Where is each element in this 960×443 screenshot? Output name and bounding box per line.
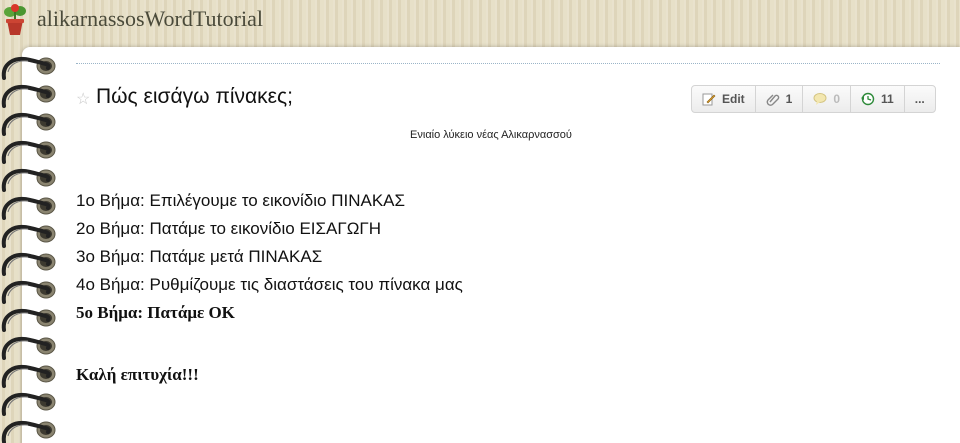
spiral-ring [1,337,56,360]
divider [76,63,940,64]
spiral-ring [1,225,56,248]
list-item: 3ο Βήμα: Πατάμε μετά ΠΙΝΑΚΑΣ [76,247,323,266]
spiral-ring [1,309,56,332]
links-count: 1 [785,92,793,106]
spiral-ring [1,253,56,276]
edit-label: Edit [722,92,745,106]
steps-list: 1ο Βήμα: Επιλέγουμε το εικονίδιο ΠΙΝΑΚΑΣ… [76,187,463,327]
links-button[interactable]: 1 [756,86,804,112]
history-button[interactable]: 11 [851,86,905,112]
page-title: Πώς εισάγω πίνακες; [96,85,293,108]
speech-bubble-icon [813,93,827,105]
star-icon[interactable]: ☆ [76,89,90,109]
spiral-ring [1,281,56,304]
paperclip-icon [766,94,779,106]
spiral-ring [1,113,56,136]
list-item: 2ο Βήμα: Πατάμε το εικονίδιο ΕΙΣΑΓΩΓΗ [76,219,382,238]
spiral-ring [1,393,56,416]
closing-text: Καλή επιτυχία!!! [76,365,199,384]
history-arrow-icon [861,92,875,106]
site-header: alikarnassosWordTutorial [0,0,960,40]
spiral-ring [1,169,56,192]
list-item: 4ο Βήμα: Ρυθμίζουμε τις διαστάσεις του π… [76,275,463,294]
spiral-ring [1,85,56,108]
list-item: 5ο Βήμα: Πατάμε ΟΚ [76,303,235,322]
spiral-ring [1,421,56,443]
spiral-ring [1,365,56,388]
potted-plant-icon[interactable] [2,4,28,36]
list-item: 1ο Βήμα: Επιλέγουμε το εικονίδιο ΠΙΝΑΚΑΣ [76,191,406,210]
spiral-ring [1,141,56,164]
page-subtitle: Ενιαίο λύκειο νέας Αλικαρνασσού [410,129,572,141]
more-label: ... [914,92,925,106]
spiral-ring [1,57,56,80]
comments-count: 0 [833,92,841,106]
wiki-page: ☆ Πώς εισάγω πίνακες; Edit 1 0 11 ... Εν… [22,47,960,443]
pencil-page-icon [702,93,716,106]
more-button[interactable]: ... [905,86,935,112]
history-count: 11 [881,92,894,106]
comments-button[interactable]: 0 [803,86,852,112]
spiral-ring [1,197,56,220]
notebook-spiral [1,57,56,443]
site-title-link[interactable]: alikarnassosWordTutorial [37,6,263,32]
edit-button[interactable]: Edit [692,86,756,112]
page-toolbar: Edit 1 0 11 ... [691,85,936,113]
